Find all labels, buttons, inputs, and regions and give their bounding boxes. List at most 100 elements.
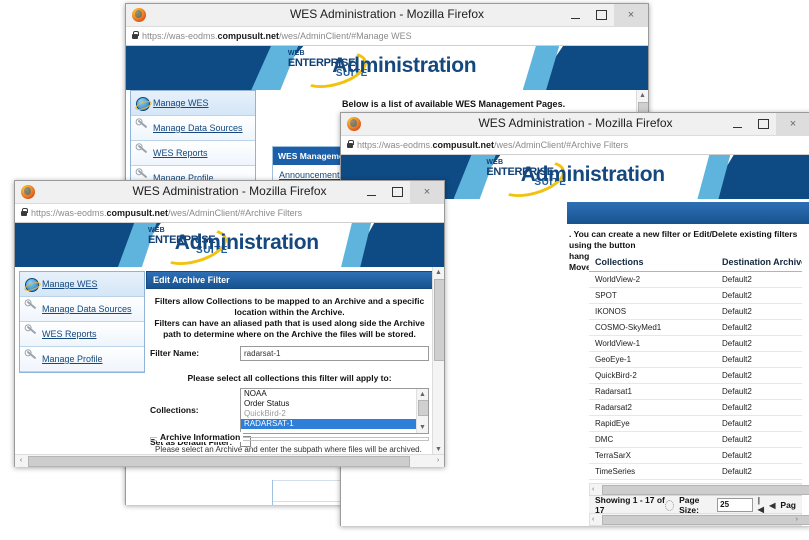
page-vertical-scrollbar-front[interactable]: ▲ ▼ bbox=[432, 267, 444, 455]
site-banner-front: WEB ENTERPRISE SUITE Administration bbox=[15, 223, 444, 267]
url-bar-front[interactable]: https://was-eodms. compusult.net/wes/Admi… bbox=[15, 204, 444, 223]
cell-destination-archive: Default2 bbox=[722, 323, 752, 332]
close-button-middle[interactable]: × bbox=[776, 113, 809, 135]
sidebar-item-wes-reports[interactable]: WES Reports bbox=[131, 141, 255, 166]
table-row[interactable]: TimeSeries Default2 bbox=[589, 464, 802, 480]
url-bar-middle[interactable]: https://was-eodms. compusult.net/wes/Admi… bbox=[341, 136, 809, 155]
column-header-collections[interactable]: Collections bbox=[589, 253, 716, 271]
cell-collections: SPOT bbox=[595, 291, 617, 300]
minimize-button-front[interactable] bbox=[358, 181, 384, 203]
maximize-button-middle[interactable] bbox=[750, 113, 776, 135]
scroll-left-arrow-icon[interactable]: ‹ bbox=[592, 484, 594, 495]
column-header-destination-archive[interactable]: Destination Archive bbox=[716, 253, 802, 271]
globe-icon bbox=[24, 278, 39, 292]
maximize-button-back[interactable] bbox=[588, 4, 614, 26]
table-row[interactable]: SPOT Default2 bbox=[589, 288, 802, 304]
table-row[interactable]: QuickBird-2 Default2 bbox=[589, 368, 802, 384]
titlebar-back[interactable]: WES Administration - Mozilla Firefox × bbox=[126, 4, 648, 27]
first-page-icon[interactable]: |◀ bbox=[758, 496, 765, 514]
scroll-up-arrow-icon[interactable]: ▲ bbox=[433, 267, 444, 278]
cell-collections: GeoEye-1 bbox=[595, 355, 632, 364]
window-edit-archive-filter[interactable]: WES Administration - Mozilla Firefox × h… bbox=[14, 180, 445, 467]
sidebar-item-manage-profile[interactable]: Manage Profile bbox=[20, 347, 144, 372]
minimize-button-middle[interactable] bbox=[724, 113, 750, 135]
grid-header-row: Collections Destination Archive bbox=[589, 253, 802, 272]
maximize-button-front[interactable] bbox=[384, 181, 410, 203]
sidebar-item-label: WES Reports bbox=[42, 329, 97, 339]
url-suffix-front: /wes/AdminClient/#Archive Filters bbox=[168, 208, 303, 218]
scroll-up-arrow-icon[interactable]: ▲ bbox=[637, 90, 648, 101]
scroll-thumb[interactable] bbox=[434, 279, 444, 361]
loading-spinner-icon bbox=[665, 499, 675, 511]
archive-information-legend: Archive Information bbox=[157, 432, 244, 442]
table-row[interactable]: IKONOS Default2 bbox=[589, 304, 802, 320]
table-row[interactable]: Radarsat2 Default2 bbox=[589, 400, 802, 416]
sidebar-item-manage-wes[interactable]: Manage WES bbox=[131, 91, 255, 116]
cell-collections: WorldView-2 bbox=[595, 275, 641, 284]
scroll-thumb[interactable] bbox=[28, 456, 410, 467]
cell-destination-archive: Default2 bbox=[722, 291, 752, 300]
scroll-right-arrow-icon[interactable]: › bbox=[432, 455, 444, 467]
grid-status-bar: Showing 1 - 17 of 17 Page Size: 25 |◀ ◀ … bbox=[589, 495, 802, 515]
collections-prompt: Please select all collections this filte… bbox=[187, 373, 392, 383]
scroll-left-arrow-icon[interactable]: ‹ bbox=[592, 514, 594, 525]
collections-option[interactable]: Order Status bbox=[241, 399, 417, 409]
page-horizontal-scrollbar-middle[interactable]: ‹ › bbox=[589, 513, 809, 526]
scroll-left-arrow-icon[interactable]: ‹ bbox=[15, 455, 27, 467]
collections-label: Collections: bbox=[150, 405, 199, 415]
banner-title-front: Administration bbox=[174, 231, 319, 254]
titlebar-middle[interactable]: WES Administration - Mozilla Firefox × bbox=[341, 113, 809, 136]
collections-scrollbar[interactable]: ▲ ▼ bbox=[416, 389, 428, 433]
filter-help-line-2: Filters can have an aliased path that is… bbox=[154, 318, 425, 339]
sidebar-item-manage-data-sources[interactable]: Manage Data Sources bbox=[20, 297, 144, 322]
grid-instructions-line-1: . You can create a new filter or Edit/De… bbox=[569, 229, 798, 250]
collections-option[interactable]: QuickBird-2 bbox=[241, 409, 417, 419]
page-size-label: Page Size: bbox=[679, 495, 700, 515]
table-row[interactable]: TerraSarX Default2 bbox=[589, 448, 802, 464]
scroll-thumb[interactable] bbox=[602, 485, 809, 495]
table-row[interactable]: DMC Default2 bbox=[589, 432, 802, 448]
url-bar-back[interactable]: https://was-eodms. compusult.net/wes/Admi… bbox=[126, 27, 648, 46]
cell-collections: IKONOS bbox=[595, 307, 627, 316]
scroll-thumb[interactable] bbox=[602, 515, 809, 525]
collections-option[interactable]: NOAA bbox=[241, 389, 417, 399]
sidebar-item-manage-data-sources[interactable]: Manage Data Sources bbox=[131, 116, 255, 141]
collections-option-selected[interactable]: RADARSAT-1 bbox=[241, 419, 417, 429]
close-button-back[interactable]: × bbox=[614, 4, 648, 26]
wrench-icon bbox=[24, 300, 38, 315]
lock-icon bbox=[347, 139, 354, 148]
url-prefix-middle: https://was-eodms. bbox=[357, 140, 433, 150]
scroll-down-arrow-icon[interactable]: ▼ bbox=[417, 422, 428, 433]
url-prefix-front: https://was-eodms. bbox=[31, 208, 107, 218]
table-row[interactable]: COSMO-SkyMed1 Default2 bbox=[589, 320, 802, 336]
url-domain-front: compusult.net bbox=[106, 208, 169, 218]
archive-information-fieldset: Archive Information Please select an Arc… bbox=[150, 432, 429, 454]
cell-destination-archive: Default2 bbox=[722, 467, 752, 476]
titlebar-front[interactable]: WES Administration - Mozilla Firefox × bbox=[15, 181, 444, 204]
table-row[interactable]: RapidEye Default2 bbox=[589, 416, 802, 432]
wrench-icon bbox=[24, 350, 38, 365]
page-size-input[interactable]: 25 bbox=[717, 498, 753, 512]
scroll-right-arrow-icon[interactable]: › bbox=[796, 514, 798, 525]
page-horizontal-scrollbar-front[interactable]: ‹ › bbox=[15, 454, 444, 467]
table-row[interactable]: Radarsat1 Default2 bbox=[589, 384, 802, 400]
sidebar-item-wes-reports[interactable]: WES Reports bbox=[20, 322, 144, 347]
lock-icon bbox=[132, 30, 139, 39]
table-row[interactable]: GeoEye-1 Default2 bbox=[589, 352, 802, 368]
filter-name-input[interactable]: radarsat-1 bbox=[240, 346, 429, 361]
edit-archive-filter-header: Edit Archive Filter bbox=[146, 271, 433, 289]
intro-line-1: Below is a list of available WES Managem… bbox=[342, 99, 566, 109]
previous-page-icon[interactable]: ◀ bbox=[769, 501, 775, 510]
minimize-button-back[interactable] bbox=[562, 4, 588, 26]
sidebar-item-label: Manage WES bbox=[42, 279, 98, 289]
collections-listbox[interactable]: NOAA Order Status QuickBird-2 RADARSAT-1… bbox=[240, 388, 429, 434]
cell-collections: TerraSarX bbox=[595, 451, 632, 460]
scroll-up-arrow-icon[interactable]: ▲ bbox=[417, 389, 428, 400]
sidebar-item-manage-wes[interactable]: Manage WES bbox=[20, 272, 144, 297]
scroll-thumb[interactable] bbox=[418, 400, 428, 416]
table-row[interactable]: WorldView-1 Default2 bbox=[589, 336, 802, 352]
grid-body: WorldView-2 Default2 SPOT Default2 IKONOS Def… bbox=[589, 272, 802, 484]
showing-count-label: Showing 1 - 17 of 17 bbox=[595, 495, 665, 515]
table-row[interactable]: WorldView-2 Default2 bbox=[589, 272, 802, 288]
close-button-front[interactable]: × bbox=[410, 181, 444, 203]
